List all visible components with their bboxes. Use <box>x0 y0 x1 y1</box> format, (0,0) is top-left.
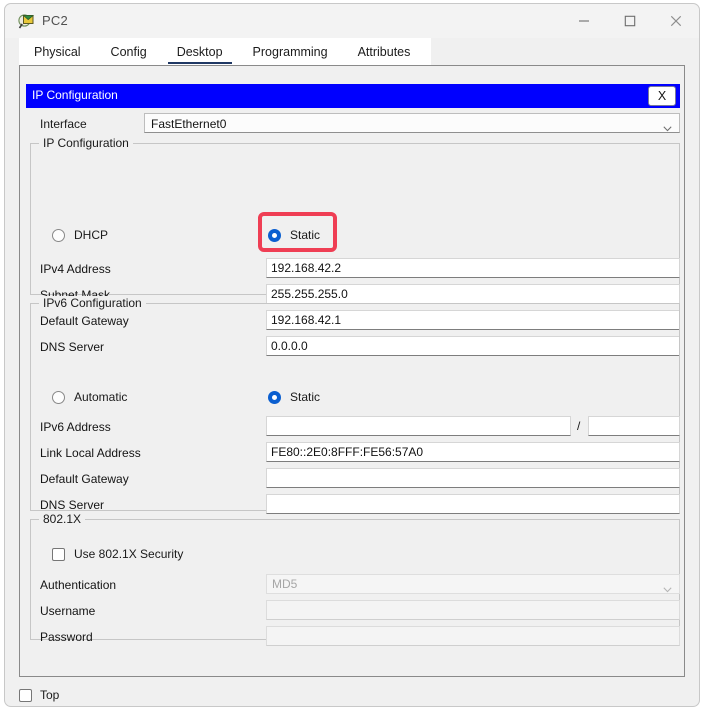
ip-configuration-title: IP Configuration <box>32 88 118 102</box>
checkbox-unchecked-icon <box>19 689 32 702</box>
tab-programming-label: Programming <box>253 45 328 59</box>
tab-desktop-label: Desktop <box>177 45 223 59</box>
link-local-address-input[interactable]: FE80::2E0:8FFF:FE56:57A0 <box>266 442 680 462</box>
ipv4-address-value: 192.168.42.2 <box>271 261 341 275</box>
ip-configuration-header: IP Configuration X <box>26 84 680 108</box>
ipv6-address-row: IPv6 Address / <box>40 416 680 438</box>
username-row: Username <box>40 600 680 622</box>
radio-unchecked-icon <box>52 391 65 404</box>
packet-tracer-device-icon <box>18 13 35 30</box>
authentication-row: Authentication MD5 <box>40 574 680 596</box>
link-local-address-value: FE80::2E0:8FFF:FE56:57A0 <box>271 445 423 459</box>
use-dot1x-security-checkbox[interactable]: Use 802.1X Security <box>52 547 183 561</box>
ipv4-static-label: Static <box>290 228 320 242</box>
subnet-mask-value: 255.255.255.0 <box>271 287 348 301</box>
use-dot1x-security-label: Use 802.1X Security <box>74 547 183 561</box>
radio-unchecked-icon <box>52 229 65 242</box>
tab-physical[interactable]: Physical <box>19 38 96 65</box>
maximize-icon <box>625 15 636 26</box>
tab-physical-label: Physical <box>34 45 81 59</box>
ipv4-dhcp-label: DHCP <box>74 228 108 242</box>
tab-bar: Physical Config Desktop Programming Attr… <box>5 38 699 65</box>
tab-desktop[interactable]: Desktop <box>162 38 238 65</box>
password-label: Password <box>40 630 93 644</box>
ipv6-automatic-label: Automatic <box>74 390 127 404</box>
ipv4-dhcp-radio[interactable]: DHCP <box>52 228 108 242</box>
title-bar: PC2 <box>5 4 699 38</box>
radio-checked-icon <box>268 229 281 242</box>
ipv6-address-label: IPv6 Address <box>40 420 111 434</box>
ipv6-static-radio[interactable]: Static <box>268 390 320 404</box>
device-window: PC2 Physical Config <box>4 3 700 707</box>
ipv4-static-radio[interactable]: Static <box>268 228 320 242</box>
interface-select[interactable]: FastEthernet0 <box>144 113 680 133</box>
radio-checked-icon <box>268 391 281 404</box>
username-input[interactable] <box>266 600 680 620</box>
link-local-address-row: Link Local Address FE80::2E0:8FFF:FE56:5… <box>40 442 680 464</box>
tab-programming[interactable]: Programming <box>238 38 343 65</box>
chevron-down-icon <box>663 121 672 135</box>
subnet-mask-input[interactable]: 255.255.255.0 <box>266 284 680 304</box>
tab-attributes-label: Attributes <box>358 45 411 59</box>
chevron-down-icon <box>663 582 672 596</box>
top-checkbox-row[interactable]: Top <box>19 688 59 702</box>
tab-attributes[interactable]: Attributes <box>343 38 426 65</box>
username-label: Username <box>40 604 95 618</box>
ipv6-default-gateway-label: Default Gateway <box>40 472 129 486</box>
authentication-value: MD5 <box>272 577 297 591</box>
ipv6-automatic-radio[interactable]: Automatic <box>52 390 127 404</box>
minimize-icon <box>579 15 590 26</box>
password-row: Password <box>40 626 680 648</box>
ipv6-group-legend: IPv6 Configuration <box>39 296 146 310</box>
ipv6-prefix-separator: / <box>577 419 580 433</box>
ipv4-address-label: IPv4 Address <box>40 262 111 276</box>
ipv4-group-legend: IP Configuration <box>39 136 133 150</box>
dot1x-group-legend: 802.1X <box>39 512 85 526</box>
top-checkbox-label: Top <box>40 688 59 702</box>
ipv4-address-input[interactable]: 192.168.42.2 <box>266 258 680 278</box>
close-icon <box>671 15 682 26</box>
app-close-button[interactable]: X <box>648 86 676 106</box>
minimize-button[interactable] <box>561 4 607 37</box>
authentication-select[interactable]: MD5 <box>266 574 680 594</box>
link-local-address-label: Link Local Address <box>40 446 141 460</box>
checkbox-unchecked-icon <box>52 548 65 561</box>
ipv6-prefix-input[interactable] <box>588 416 680 436</box>
tab-config-label: Config <box>111 45 147 59</box>
ipv6-dns-server-input[interactable] <box>266 494 680 514</box>
ipv6-dns-server-row: DNS Server <box>40 494 680 516</box>
tab-config[interactable]: Config <box>96 38 162 65</box>
ipv6-dns-server-label: DNS Server <box>40 498 104 512</box>
password-input[interactable] <box>266 626 680 646</box>
ipv6-address-input[interactable] <box>266 416 571 436</box>
ipv6-default-gateway-row: Default Gateway <box>40 468 680 490</box>
authentication-label: Authentication <box>40 578 116 592</box>
maximize-button[interactable] <box>607 4 653 37</box>
desktop-panel: IP Configuration X Interface FastEtherne… <box>19 65 685 677</box>
interface-label: Interface <box>40 117 87 131</box>
ipv6-static-label: Static <box>290 390 320 404</box>
ipv6-default-gateway-input[interactable] <box>266 468 680 488</box>
interface-value: FastEthernet0 <box>151 117 226 131</box>
ipv4-address-row: IPv4 Address 192.168.42.2 <box>40 258 680 280</box>
window-title: PC2 <box>42 13 68 28</box>
close-button[interactable] <box>653 4 699 37</box>
